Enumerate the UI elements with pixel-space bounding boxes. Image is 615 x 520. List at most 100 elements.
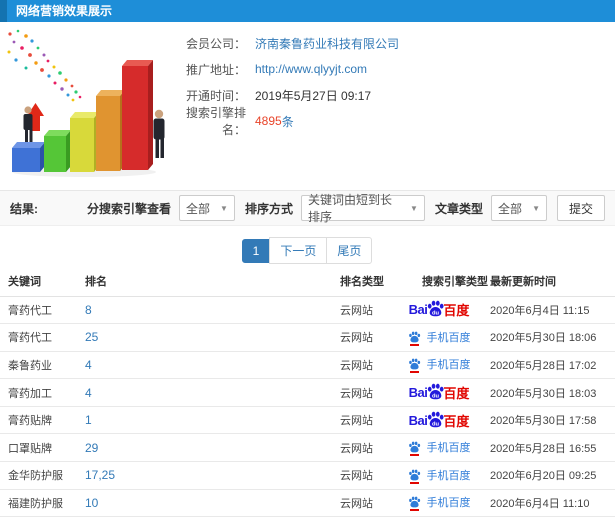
rank-link[interactable]: 29 xyxy=(85,441,98,455)
header-rank: 排名 xyxy=(85,266,335,297)
table-row: 福建防护服 10 云网站 Bai du 百度 xyxy=(0,489,615,518)
page-1-button[interactable]: 1 xyxy=(241,239,271,263)
sort-select[interactable]: 关键词由短到长排序 ▼ xyxy=(300,193,425,224)
keyword-cell: 膏药加工 xyxy=(0,378,85,407)
bar-green xyxy=(44,130,71,172)
article-type-value: 全部 xyxy=(497,201,522,216)
table-row: 口罩贴牌 29 云网站 Bai du 百度 xyxy=(0,433,615,463)
engine-cell: Bai du 百度 xyxy=(390,461,488,490)
engine-cell: Bai du 百度 xyxy=(390,489,488,518)
baidu-paw-icon xyxy=(408,441,420,453)
page-title: 网络营销效果展示 xyxy=(16,4,113,18)
rank-link[interactable]: 4 xyxy=(85,386,92,400)
rank-cell: 4 xyxy=(85,351,335,380)
confetti-dots xyxy=(7,29,82,102)
mobile-baidu-label: 手机百度 xyxy=(426,359,471,372)
mobile-baidu-label: 手机百度 xyxy=(426,442,471,455)
rank-link[interactable]: 10 xyxy=(85,496,98,510)
baidu-paw-icon xyxy=(408,469,420,481)
keyword-rank-table: 关键词 排名 排名类型 搜索引擎类型 最新更新时间 膏药代工 8 云网站 Bai xyxy=(0,266,615,520)
mobile-baidu-label: 手机百度 xyxy=(426,497,471,510)
rank-type-cell: 云网站 xyxy=(335,378,390,407)
next-page-button[interactable]: 下一页 xyxy=(269,237,328,264)
baidu-paw-icon xyxy=(408,359,420,370)
rank-link[interactable]: 4 xyxy=(85,358,92,372)
header-keyword: 关键词 xyxy=(0,266,85,297)
mobile-baidu-logo: 手机百度 xyxy=(408,356,471,374)
baidu-paw-icon xyxy=(408,497,420,508)
table-body: 膏药代工 8 云网站 Bai du 百度 2020年6月4日 11:15 膏药代… xyxy=(0,296,615,520)
company-label: 会员公司： xyxy=(185,36,246,51)
article-type-select[interactable]: 全部 ▼ xyxy=(490,195,547,221)
open-time-label: 开通时间： xyxy=(185,88,246,103)
keyword-cell: 口罩贴牌 xyxy=(0,433,85,463)
bar-orange xyxy=(96,90,125,171)
rank-cell: 29 xyxy=(85,433,335,463)
header-engine-type: 搜索引擎类型 xyxy=(390,266,488,297)
rank-link[interactable]: 8 xyxy=(85,303,92,317)
rank-type-cell: 云网站 xyxy=(335,296,390,325)
keyword-cell: 膏药贴牌 xyxy=(0,406,85,435)
company-link[interactable]: 济南秦鲁药业科技有限公司 xyxy=(255,35,399,52)
rank-link[interactable]: 25 xyxy=(85,330,98,344)
updated-cell: 2020年6月4日 11:10 xyxy=(488,489,615,518)
svg-text:du: du xyxy=(432,311,440,317)
promo-url-label: 推广地址： xyxy=(185,62,246,77)
article-type-label: 文章类型 xyxy=(434,201,483,216)
person-left xyxy=(23,106,33,142)
baidu-logo: Bai du 百度 xyxy=(409,411,470,430)
titlebar: 网络营销效果展示 xyxy=(0,0,615,22)
chevron-down-icon: ▼ xyxy=(220,203,228,213)
mobile-baidu-logo: 手机百度 xyxy=(408,494,471,512)
mobile-baidu-label: 手机百度 xyxy=(426,469,471,482)
engine-cell: Bai du 百度 xyxy=(390,406,488,435)
baidu-logo-cn: 百度 xyxy=(443,386,470,402)
submit-button[interactable]: 提交 xyxy=(556,195,605,221)
paw-underline xyxy=(409,454,419,457)
svg-text:du: du xyxy=(432,394,440,400)
engine-select[interactable]: 全部 ▼ xyxy=(178,195,235,221)
bar-red xyxy=(122,60,153,170)
rank-link[interactable]: 1 xyxy=(85,413,92,427)
rank-cell: 8 xyxy=(85,296,335,325)
rank-cell: 1 xyxy=(85,406,335,435)
keyword-cell: 秦鲁药业 xyxy=(0,351,85,380)
rank-type-cell: 云网站 xyxy=(335,489,390,518)
filter-toolbar: 结果: 分搜索引擎查看 全部 ▼ 排序方式 关键词由短到长排序 ▼ 文章类型 全… xyxy=(0,190,615,226)
mobile-baidu-logo: 手机百度 xyxy=(408,467,471,484)
promo-url-link[interactable]: http://www.qlyyjt.com xyxy=(255,62,367,76)
baidu-logo-bai: Bai xyxy=(408,302,428,318)
rank-cell: 25 xyxy=(85,323,335,352)
rank-link[interactable]: 17,25 xyxy=(85,468,115,482)
updated-cell: 2020年5月30日 18:03 xyxy=(488,378,615,407)
keyword-cell: 金华防护服 xyxy=(0,461,85,490)
keyword-cell: 福建防护服 xyxy=(0,489,85,518)
paw-underline xyxy=(409,343,419,346)
updated-cell: 2020年5月28日 16:55 xyxy=(488,433,615,463)
svg-text:du: du xyxy=(432,421,440,427)
company-row: 会员公司： 济南秦鲁药业科技有限公司 xyxy=(176,30,399,56)
engine-rank-count: 4895 xyxy=(255,114,282,128)
member-info-panel: 会员公司： 济南秦鲁药业科技有限公司 推广地址： http://www.qlyy… xyxy=(176,30,399,138)
header-rank-type: 排名类型 xyxy=(335,266,390,297)
engine-cell: Bai du 百度 xyxy=(390,323,488,352)
updated-cell: 2020年5月30日 18:06 xyxy=(488,323,615,352)
engine-select-value: 全部 xyxy=(185,201,210,216)
chevron-down-icon: ▼ xyxy=(410,203,418,213)
pagination: 1 下一页 尾页 xyxy=(0,237,615,264)
updated-cell: 2020年5月28日 17:02 xyxy=(488,351,615,380)
last-page-button[interactable]: 尾页 xyxy=(326,237,373,264)
rank-type-cell: 云网站 xyxy=(335,461,390,490)
rank-type-cell: 云网站 xyxy=(335,323,390,352)
baidu-logo-cn: 百度 xyxy=(443,413,470,429)
chevron-down-icon: ▼ xyxy=(532,203,540,213)
engine-cell: Bai du 百度 xyxy=(390,433,488,463)
updated-cell: 2020年6月20日 09:25 xyxy=(488,461,615,490)
updated-cell: 2020年5月30日 17:58 xyxy=(488,406,615,435)
paw-underline xyxy=(409,371,419,374)
sort-select-value: 关键词由短到长排序 xyxy=(307,193,392,224)
mobile-baidu-label: 手机百度 xyxy=(426,331,471,344)
engine-cell: Bai du 百度 xyxy=(390,378,488,407)
table-row: 膏药贴牌 1 云网站 Bai du 百度 2020年5月30日 17:58 xyxy=(0,406,615,435)
page: 网络营销效果展示 会员公司： 济南秦鲁药业科技有限公司 推广地址： http:/… xyxy=(0,0,615,520)
